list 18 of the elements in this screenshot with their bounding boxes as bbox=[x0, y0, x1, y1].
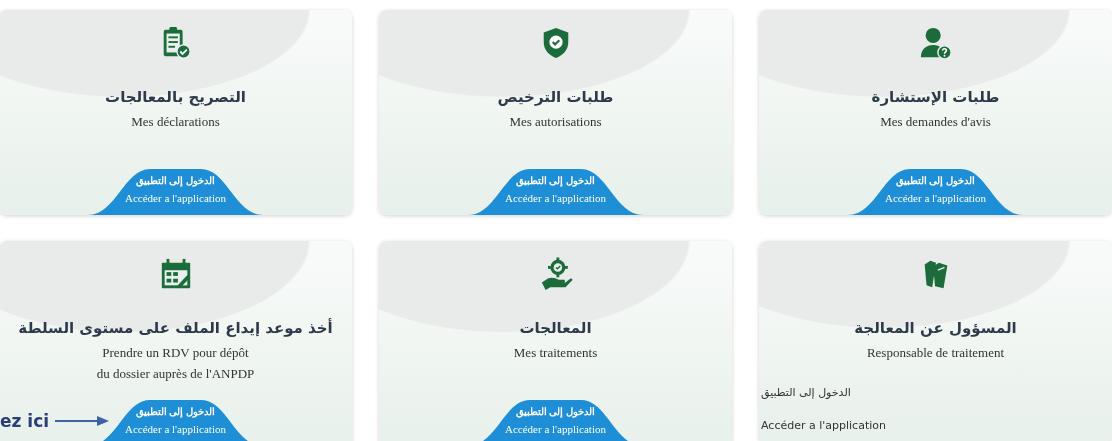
card-subtitle: Responsable de traitement bbox=[866, 345, 1005, 361]
card-title: المسؤول عن المعالجة bbox=[854, 319, 1017, 337]
card-subtitle: Mes déclarations bbox=[131, 114, 220, 130]
card-subtitle: du dossier auprès de l'ANPDP bbox=[96, 366, 255, 382]
card-title: المعالجات bbox=[519, 319, 592, 337]
card-subtitle: Prendre un RDV pour dépôt bbox=[102, 345, 249, 361]
arrow-icon bbox=[55, 415, 110, 427]
card-title: التصريح بالمعالجات bbox=[105, 88, 246, 106]
access-link[interactable]: Accéder a l'application bbox=[761, 419, 886, 432]
card-subtitle: Mes traitements bbox=[513, 345, 598, 361]
card-title: طلبات الإستشارة bbox=[871, 88, 1000, 106]
access-link[interactable]: الدخول إلى التطبيق bbox=[761, 386, 851, 399]
user-question-icon bbox=[918, 26, 953, 60]
card-subtitle: Mes autorisations bbox=[509, 114, 602, 130]
card-title: أخذ موعد إيداع الملف على مستوى السلطة bbox=[18, 319, 333, 337]
card-title: طلبات الترخيص bbox=[497, 88, 614, 106]
annotation-text: ez ici bbox=[0, 411, 50, 431]
card-subtitle: Mes demandes d'avis bbox=[880, 114, 991, 130]
